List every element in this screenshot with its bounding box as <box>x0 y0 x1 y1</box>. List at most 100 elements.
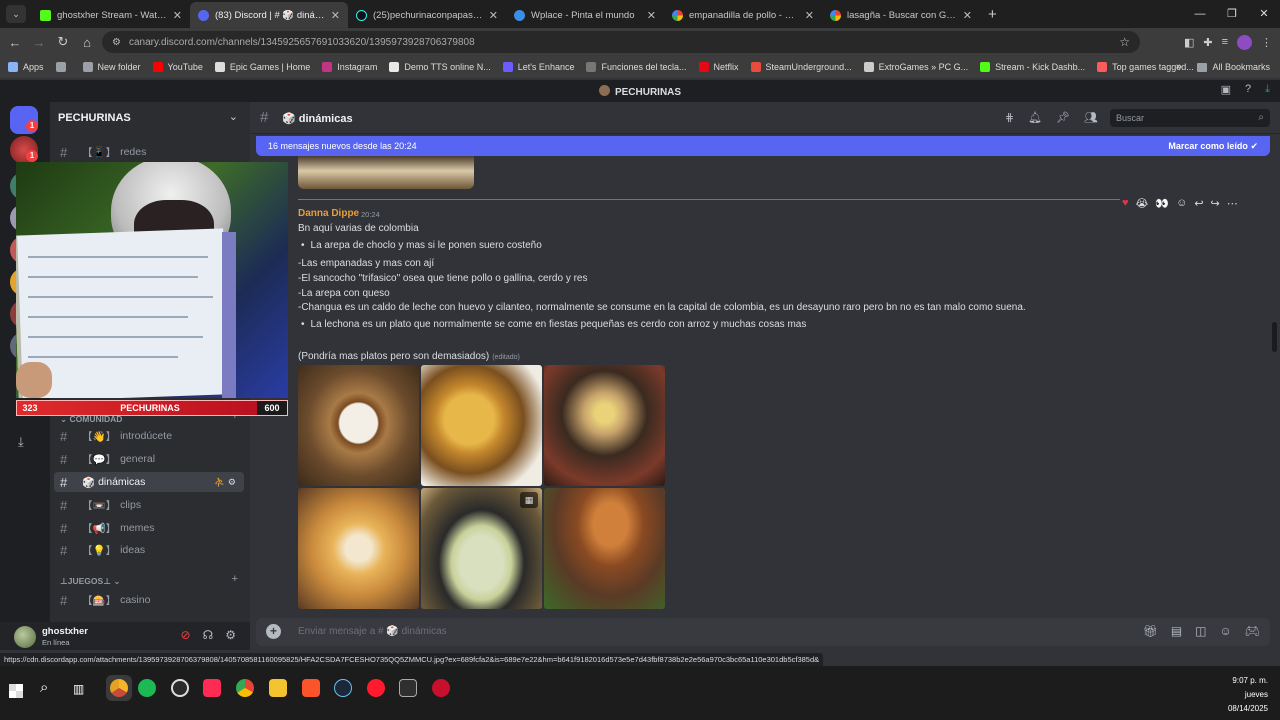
extension-icon[interactable]: ◧ <box>1184 36 1194 49</box>
close-icon[interactable]: ✕ <box>489 9 498 22</box>
download-apps-icon[interactable]: ⤓ <box>18 434 24 450</box>
scrollbar-thumb[interactable] <box>1272 322 1277 352</box>
channel-item-redes[interactable]: # 【📱】 redes <box>54 142 244 162</box>
gif-icon[interactable]: ▤ <box>1171 624 1182 638</box>
media-controls-icon[interactable]: ≡ <box>1222 36 1228 48</box>
channel-item-casino[interactable]: # 【🎰】 casino <box>54 590 244 610</box>
add-member-icon[interactable]: ⛹ <box>214 477 225 487</box>
help-icon[interactable]: ? <box>1245 83 1251 96</box>
forward-icon[interactable]: ↪ <box>1211 197 1220 210</box>
tab-search-button[interactable]: ⌄ <box>6 5 26 23</box>
avatar[interactable] <box>14 626 36 648</box>
bookmark-item[interactable]: Funciones del tecla... <box>586 62 687 72</box>
sticker-icon[interactable]: ◫ <box>1195 624 1206 638</box>
new-messages-banner[interactable]: 16 mensajes nuevos desde las 20:24 Marca… <box>256 136 1270 156</box>
pin-icon[interactable]: 📌︎ <box>1056 111 1070 124</box>
site-info-icon[interactable]: ⚙ <box>112 37 121 48</box>
mark-as-read-button[interactable]: Marcar como leído ✔ <box>1168 141 1258 152</box>
bookmark-item[interactable]: ExtroGames » PC G... <box>863 62 968 72</box>
gift-icon[interactable]: 🎁︎ <box>1143 624 1158 638</box>
apps-icon[interactable]: 🎮︎ <box>1245 624 1260 638</box>
attachment-image[interactable] <box>544 488 665 609</box>
attachment-image[interactable]: ▦ <box>421 488 542 609</box>
emoji-icon[interactable]: ☺ <box>1220 624 1232 638</box>
close-icon[interactable]: ✕ <box>647 9 656 22</box>
brave-icon[interactable] <box>302 679 320 697</box>
attachment-image[interactable] <box>298 365 419 486</box>
more-options-icon[interactable]: ⋯ <box>1227 197 1238 210</box>
steam-icon[interactable] <box>334 679 352 697</box>
bookmark-item[interactable]: Let's Enhance <box>502 62 574 72</box>
bookmarks-overflow-button[interactable]: » <box>1176 56 1182 78</box>
attachment-image[interactable] <box>544 365 665 486</box>
address-bar[interactable]: ⚙ canary.discord.com/channels/1345925657… <box>102 31 1140 53</box>
bookmark-item[interactable]: YouTube <box>152 62 203 72</box>
message-composer[interactable]: + Enviar mensaje a # 🎲 dinámicas 🎁︎ ▤ ◫ … <box>256 618 1270 646</box>
forward-icon[interactable]: → <box>27 35 51 50</box>
bookmark-item[interactable]: SteamUnderground... <box>750 62 852 72</box>
reply-icon[interactable]: ↩ <box>1194 197 1203 210</box>
category-juegos[interactable]: ⊥JUEGOS⊥ ⌄ <box>60 576 120 587</box>
browser-tab[interactable]: (25)pechurinaconpapas (@gho ✕ <box>348 2 506 28</box>
opera-icon[interactable] <box>367 679 385 697</box>
minimize-icon[interactable]: — <box>1184 0 1216 28</box>
bookmark-item[interactable]: Demo TTS online N... <box>389 62 491 72</box>
puzzle-icon[interactable]: ✚ <box>1203 36 1212 49</box>
bookmark-item[interactable]: Stream - Kick Dashb... <box>980 62 1085 72</box>
download-icon[interactable]: ⤓ <box>1265 83 1270 96</box>
threads-icon[interactable]: ⋕ <box>1005 111 1014 124</box>
message-author[interactable]: Danna Dippe <box>298 208 359 219</box>
channel-item-introducete[interactable]: # 【👋】 introdúcete <box>54 426 244 446</box>
restore-icon[interactable]: ❐ <box>1216 0 1248 28</box>
browser-tab[interactable]: empanadilla de pollo - Buscar c ✕ <box>664 2 822 28</box>
obs-icon[interactable] <box>171 679 189 697</box>
chrome-icon[interactable] <box>236 679 254 697</box>
gallery-icon[interactable]: ▦ <box>520 492 538 508</box>
menu-kebab-icon[interactable]: ⋮ <box>1261 36 1272 49</box>
gear-icon[interactable]: ⚙ <box>225 628 236 642</box>
bookmark-item[interactable]: New folder <box>82 62 141 72</box>
close-window-icon[interactable]: ✕ <box>1248 0 1280 28</box>
file-explorer-icon[interactable] <box>269 679 287 697</box>
inbox-icon[interactable]: ▣ <box>1221 83 1231 96</box>
eyes-emoji-icon[interactable]: 👀 <box>1155 197 1169 210</box>
bell-icon[interactable]: 🔔︎ <box>1028 111 1042 124</box>
spotify-icon[interactable] <box>138 679 156 697</box>
close-icon[interactable]: ✕ <box>173 9 182 22</box>
browser-tab[interactable]: ghostxher Stream - Watch Live ✕ <box>32 2 190 28</box>
chrome-canary-icon[interactable] <box>110 679 128 697</box>
system-clock[interactable]: 9:07 p. m. jueves 08/14/2025 <box>1228 674 1268 716</box>
all-bookmarks-button[interactable]: All Bookmarks <box>1197 56 1270 78</box>
bookmark-item[interactable]: Apps <box>8 62 44 72</box>
bookmark-item[interactable]: Instagram <box>322 62 377 72</box>
add-channel-icon[interactable]: + <box>232 573 238 585</box>
browser-tab[interactable]: lasagña - Buscar con Google ✕ <box>822 2 980 28</box>
browser-tab-active[interactable]: (83) Discord | # 🎲 dinámicas | P ✕ <box>190 2 348 28</box>
channel-item-ideas[interactable]: # 【💡】 ideas <box>54 540 244 560</box>
upload-plus-icon[interactable]: + <box>266 624 281 639</box>
add-reaction-icon[interactable]: ☺ <box>1176 197 1187 210</box>
bookmark-item[interactable]: Epic Games | Home <box>214 62 310 72</box>
bookmark-item[interactable] <box>55 62 71 72</box>
attachment-image[interactable] <box>298 488 419 609</box>
attachment-image[interactable] <box>421 365 542 486</box>
browser-tab[interactable]: Wplace - Pinta el mundo ✕ <box>506 2 664 28</box>
close-icon[interactable]: ✕ <box>963 9 972 22</box>
home-icon[interactable]: ⌂ <box>75 35 99 50</box>
guild-name[interactable]: PECHURINAS <box>58 112 131 124</box>
gear-icon[interactable]: ⚙ <box>228 477 236 487</box>
task-view-icon[interactable]: ▥ <box>73 682 84 696</box>
bookmark-star-icon[interactable]: ☆ <box>1119 35 1130 49</box>
search-input[interactable]: Buscar ⌕ <box>1110 109 1270 127</box>
reload-icon[interactable]: ↻ <box>51 34 75 50</box>
mic-muted-icon[interactable]: ⊘ <box>181 628 191 642</box>
close-icon[interactable]: ✕ <box>805 9 814 22</box>
new-tab-button[interactable]: + <box>988 6 997 23</box>
channel-item-clips[interactable]: # 【📼】 clips <box>54 495 244 515</box>
channel-item-dinamicas[interactable]: # 🎲 dinámicas ⛹ ⚙ <box>54 472 244 492</box>
bookmark-item[interactable]: Netflix <box>698 62 739 72</box>
app-icon[interactable] <box>432 679 450 697</box>
profile-avatar-icon[interactable] <box>1237 34 1252 50</box>
tiktok-icon[interactable] <box>203 679 221 697</box>
epic-games-icon[interactable] <box>399 679 417 697</box>
